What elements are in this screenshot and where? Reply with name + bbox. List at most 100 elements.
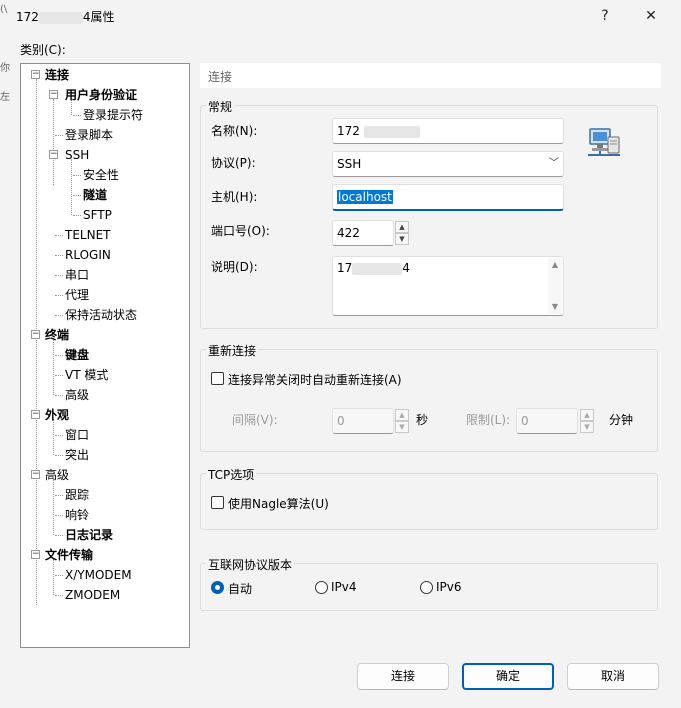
radio-auto-label: 自动 (228, 582, 253, 596)
radio-ipv4-label: IPv4 (331, 580, 357, 594)
interval-field[interactable]: 0 (332, 408, 394, 434)
edge-fragment: 你 (0, 63, 10, 74)
name-field[interactable]: 172 (332, 118, 564, 144)
panel-header-bar (200, 63, 661, 88)
help-button[interactable]: ? (590, 4, 620, 28)
tree-item-登录提示符[interactable]: 登录提示符 (83, 106, 143, 124)
tree-line (73, 195, 81, 196)
host-field[interactable]: localhost (332, 184, 564, 211)
collapse-toggle-icon[interactable]: − (31, 410, 40, 419)
limit-field[interactable]: 0 (516, 408, 578, 434)
title-suffix: 4属性 (82, 10, 115, 24)
scrollbar[interactable]: ▲ ▼ (548, 258, 562, 314)
tree-item-连接[interactable]: 连接 (45, 66, 69, 84)
tree-item-ssh[interactable]: SSH (65, 146, 89, 164)
port-spin-up[interactable]: ▲ (395, 221, 409, 233)
host-value: localhost (337, 190, 393, 204)
tree-item-rlogin[interactable]: RLOGIN (65, 246, 111, 264)
tree-item-登录脚本[interactable]: 登录脚本 (65, 126, 113, 144)
tree-line (55, 275, 63, 276)
collapse-toggle-icon[interactable]: − (49, 150, 58, 159)
tree-line (55, 435, 63, 436)
desc-prefix: 17 (337, 261, 353, 275)
tree-item-突出[interactable]: 突出 (65, 446, 89, 464)
tree-line (73, 215, 81, 216)
radio-ipv4[interactable] (315, 581, 328, 594)
interval-spin-up[interactable]: ▲ (395, 409, 409, 421)
connect-button[interactable]: 连接 (357, 663, 449, 690)
limit-spin-up[interactable]: ▲ (580, 409, 594, 421)
tree-item-保持活动状态[interactable]: 保持活动状态 (65, 306, 137, 324)
redacted-block (363, 125, 420, 138)
radio-auto[interactable] (211, 581, 224, 594)
tree-line (55, 495, 63, 496)
port-spin-down[interactable]: ▼ (395, 233, 409, 245)
edge-fragment: 左 (0, 92, 10, 103)
title-prefix: 172 (16, 10, 39, 24)
tree-item-跟踪[interactable]: 跟踪 (65, 486, 89, 504)
panel-header: 连接 (208, 70, 233, 84)
interval-label: 间隔(V): (232, 413, 278, 427)
port-field[interactable]: 422 (332, 220, 394, 246)
tree-line (53, 419, 54, 455)
collapse-toggle-icon[interactable]: − (31, 550, 40, 559)
collapse-toggle-icon[interactable]: − (31, 470, 40, 479)
collapse-toggle-icon[interactable]: − (31, 70, 40, 79)
limit-label: 限制(L): (466, 413, 511, 427)
tree-line (55, 595, 63, 596)
scroll-up-icon[interactable]: ▲ (548, 258, 562, 272)
cancel-button[interactable]: 取消 (567, 663, 659, 690)
interval-value: 0 (337, 414, 345, 428)
tree-line (53, 339, 54, 395)
tree-item-x-ymodem[interactable]: X/YMODEM (65, 566, 132, 584)
tree-item-键盘[interactable]: 键盘 (65, 346, 89, 364)
scroll-down-icon[interactable]: ▼ (548, 300, 562, 314)
ip-version-group-title: 互联网协议版本 (206, 556, 295, 573)
tree-line (71, 159, 72, 215)
category-tree[interactable]: − 连接 − 用户身份验证 登录提示符 登录脚本 − SSH 安全性 隧道 SFTP TELNET RL… (20, 63, 190, 648)
tree-item-zmodem[interactable]: ZMODEM (65, 586, 120, 604)
limit-spin-down[interactable]: ▼ (580, 421, 594, 433)
tree-line (73, 115, 81, 116)
tree-item-telnet[interactable]: TELNET (65, 226, 111, 244)
reconnect-group (200, 349, 658, 452)
auto-reconnect-checkbox[interactable] (211, 372, 224, 385)
interval-spin-down[interactable]: ▼ (395, 421, 409, 433)
description-field[interactable]: 17 4 ▲ ▼ (332, 256, 564, 316)
tree-item-高级[interactable]: 高级 (45, 466, 69, 484)
tree-item-代理[interactable]: 代理 (65, 286, 89, 304)
tree-item-隧道[interactable]: 隧道 (83, 186, 107, 204)
tree-item-外观[interactable]: 外观 (45, 406, 69, 424)
collapse-toggle-icon[interactable]: − (31, 330, 40, 339)
tree-line (73, 175, 81, 176)
tree-item-窗口[interactable]: 窗口 (65, 426, 89, 444)
tree-line (36, 79, 37, 605)
tree-item-日志记录[interactable]: 日志记录 (65, 526, 113, 544)
collapse-toggle-icon[interactable]: − (49, 90, 58, 99)
redacted-block (38, 11, 83, 24)
tree-item-vt-模式[interactable]: VT 模式 (65, 366, 108, 384)
tree-item-串口[interactable]: 串口 (65, 266, 89, 284)
tree-line (55, 535, 63, 536)
tree-item-sftp[interactable]: SFTP (83, 206, 112, 224)
tree-line (55, 375, 63, 376)
reconnect-group-title: 重新连接 (206, 342, 259, 359)
nagle-checkbox[interactable] (211, 496, 224, 509)
auto-reconnect-label: 连接异常关闭时自动重新连接(A) (228, 373, 402, 387)
radio-ipv6[interactable] (420, 581, 433, 594)
tree-item-用户身份验证[interactable]: 用户身份验证 (65, 86, 137, 104)
edge-fragment: (\ (0, 4, 8, 15)
tree-line (53, 99, 54, 185)
tree-item-高级[interactable]: 高级 (65, 386, 89, 404)
network-computer-icon (588, 128, 620, 156)
tree-item-安全性[interactable]: 安全性 (83, 166, 119, 184)
tree-item-文件传输[interactable]: 文件传输 (45, 546, 93, 564)
tree-line (55, 235, 63, 236)
tree-item-终端[interactable]: 终端 (45, 326, 69, 344)
protocol-select[interactable]: SSH ﹀ (332, 151, 564, 177)
ok-button[interactable]: 确定 (462, 663, 554, 690)
limit-value: 0 (521, 414, 529, 428)
tree-line (55, 515, 63, 516)
tree-item-响铃[interactable]: 响铃 (65, 506, 89, 524)
close-button[interactable]: ✕ (636, 4, 666, 28)
